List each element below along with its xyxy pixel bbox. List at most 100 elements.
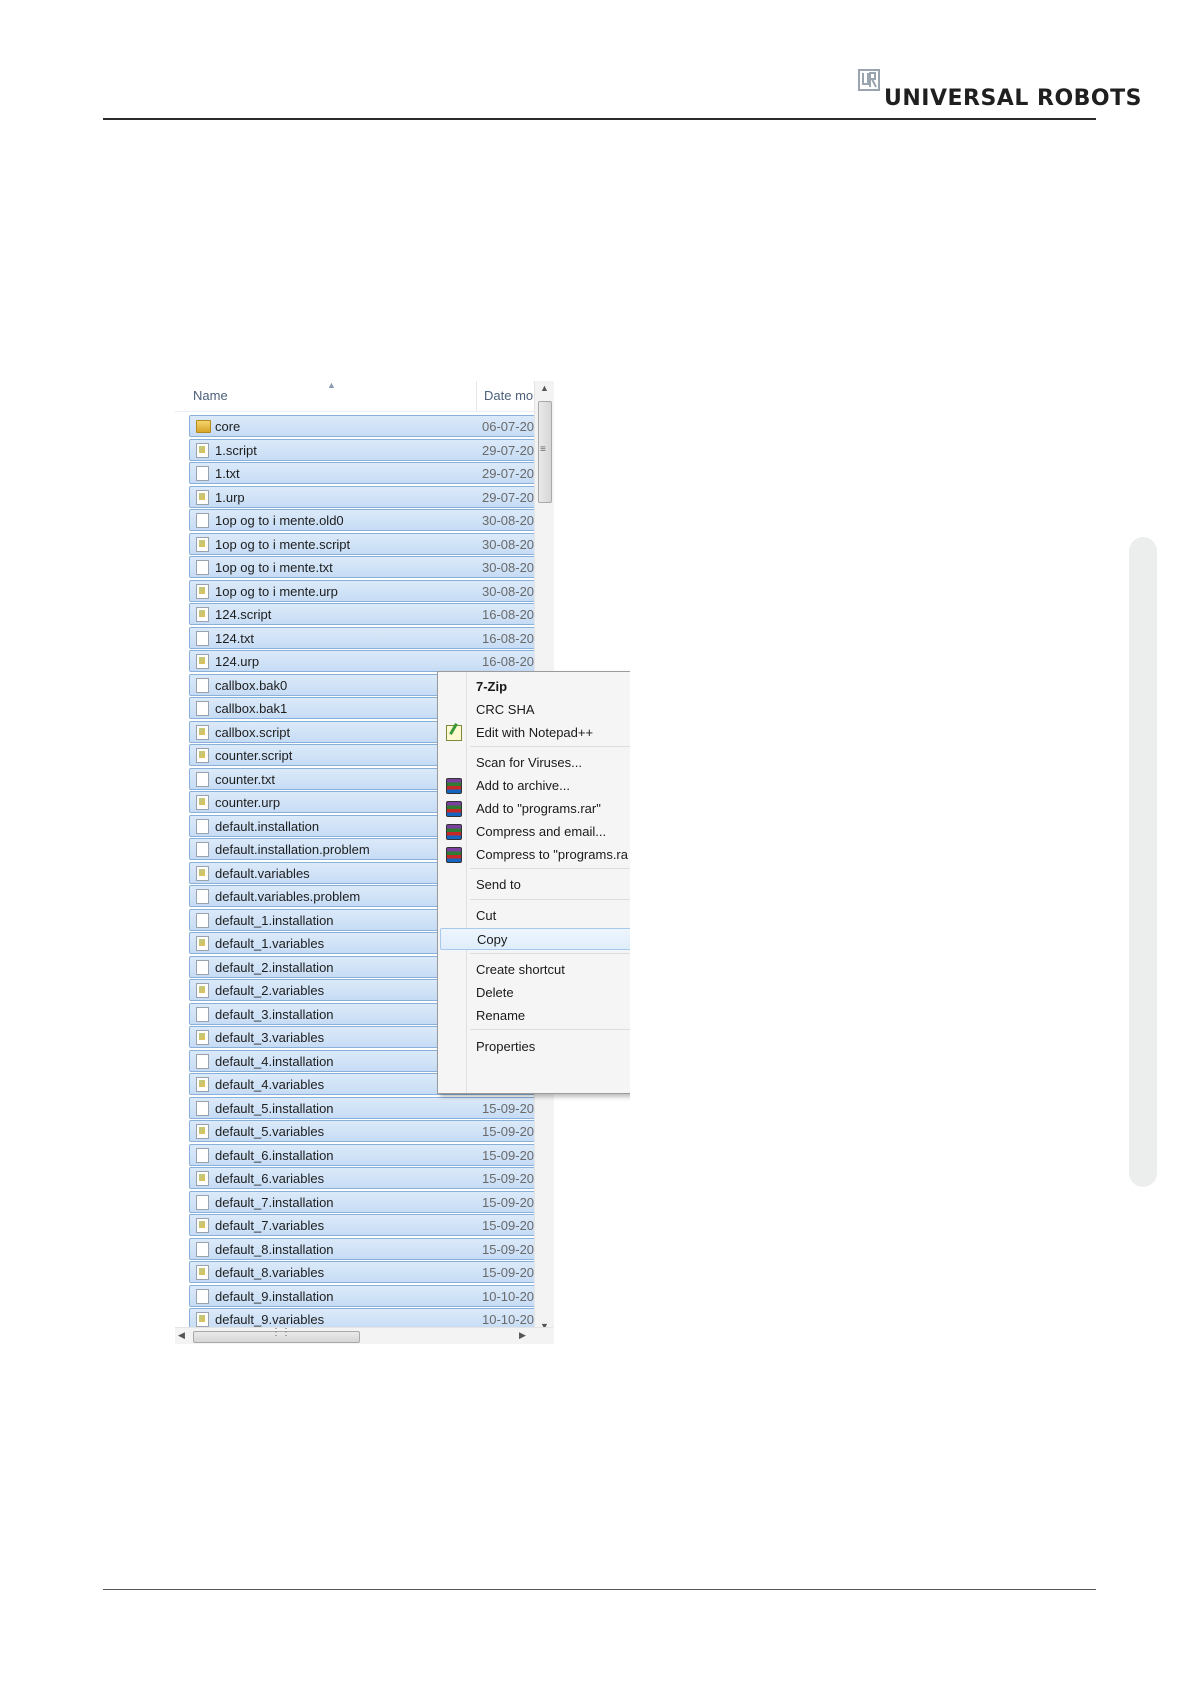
script-file-icon bbox=[196, 1265, 209, 1280]
column-header-name[interactable]: Name bbox=[193, 388, 228, 403]
script-file-icon bbox=[196, 1077, 209, 1092]
menu-item-label: Properties bbox=[476, 1039, 536, 1054]
file-row[interactable]: default_5.installation 15-09-20 bbox=[189, 1096, 547, 1119]
file-row[interactable]: 124.urp 16-08-20 bbox=[189, 650, 547, 672]
file-row[interactable]: default_6.installation 15-09-20 bbox=[189, 1143, 547, 1166]
file-name: 124.txt bbox=[215, 630, 255, 646]
menu-item-label: Add to archive... bbox=[476, 778, 570, 793]
winrar-icon bbox=[446, 778, 462, 794]
file-date: 15-09-20 bbox=[482, 1218, 534, 1233]
file-name: 124.urp bbox=[215, 654, 260, 669]
menu-item-compress-and-email[interactable]: Compress and email... bbox=[440, 821, 630, 843]
file-name: default_8.variables bbox=[215, 1265, 325, 1280]
scroll-right-icon[interactable]: ▶ bbox=[519, 1330, 526, 1341]
menu-item-create-shortcut[interactable]: Create shortcut bbox=[440, 959, 630, 981]
menu-item-send-to[interactable]: Send to bbox=[440, 874, 630, 896]
file-row[interactable]: default_9.installation 10-10-20 bbox=[189, 1284, 547, 1307]
file-icon bbox=[196, 889, 209, 904]
scroll-up-icon[interactable]: ▲ bbox=[540, 383, 549, 393]
menu-separator bbox=[470, 1029, 630, 1030]
file-row[interactable]: default_5.variables 15-09-20 bbox=[189, 1120, 547, 1142]
file-date: 16-08-20 bbox=[482, 654, 534, 669]
file-row[interactable]: 124.txt 16-08-20 bbox=[189, 626, 547, 649]
file-name: callbox.bak0 bbox=[215, 677, 288, 693]
file-date: 15-09-20 bbox=[482, 1171, 534, 1186]
file-icon bbox=[196, 560, 209, 575]
file-row[interactable]: 1op og to i mente.old0 30-08-20 bbox=[189, 509, 547, 531]
file-icon bbox=[196, 1241, 209, 1257]
file-date: 16-08-20 bbox=[482, 607, 534, 622]
menu-item-label: Cut bbox=[476, 908, 497, 923]
file-icon bbox=[196, 1147, 209, 1163]
file-explorer-screenshot: ▲ Name Date mo core 06-07-20 1.script 29-07… bbox=[175, 381, 630, 1344]
file-date: 06-07-20 bbox=[482, 419, 534, 434]
file-row[interactable]: default_7.installation 15-09-20 bbox=[189, 1190, 547, 1213]
menu-item-label: Edit with Notepad++ bbox=[476, 725, 594, 740]
menu-item-label: CRC SHA bbox=[476, 702, 535, 717]
file-row[interactable]: 1.txt 29-07-20 bbox=[189, 462, 547, 484]
menu-item-7-zip[interactable]: 7-Zip bbox=[440, 676, 630, 698]
file-icon bbox=[196, 630, 209, 646]
menu-item-add-to-archive[interactable]: Add to archive... bbox=[440, 775, 630, 797]
file-row[interactable]: default_6.variables 15-09-20 bbox=[189, 1167, 547, 1189]
horizontal-scrollbar[interactable]: ◀ ⋮⋮ ▶ bbox=[175, 1327, 553, 1344]
file-row[interactable]: 124.script 16-08-20 bbox=[189, 603, 547, 625]
file-name: core bbox=[215, 419, 241, 434]
file-row[interactable]: 1.script 29-07-20 bbox=[189, 438, 547, 461]
script-file-icon bbox=[196, 795, 209, 810]
file-name: default.installation bbox=[215, 818, 320, 834]
menu-item-label: Compress to "programs.ra bbox=[476, 847, 628, 862]
script-file-icon bbox=[196, 865, 209, 881]
file-row[interactable]: default_8.installation 15-09-20 bbox=[189, 1237, 547, 1260]
script-file-icon bbox=[196, 489, 209, 505]
file-row[interactable]: default_8.variables 15-09-20 bbox=[189, 1261, 547, 1283]
menu-separator bbox=[470, 746, 630, 747]
file-icon bbox=[196, 677, 209, 693]
file-row[interactable]: core 06-07-20 bbox=[189, 415, 547, 437]
file-name: 1op og to i mente.urp bbox=[215, 583, 338, 599]
brand-name: UNIVERSAL ROBOTS bbox=[884, 86, 1142, 111]
file-row[interactable]: default_7.variables 15-09-20 bbox=[189, 1214, 547, 1236]
scroll-grip-icon: ⋮⋮ bbox=[271, 1327, 291, 1338]
menu-separator bbox=[470, 953, 630, 954]
menu-item-label: Add to "programs.rar" bbox=[476, 801, 601, 816]
menu-item-crc-sha[interactable]: CRC SHA bbox=[440, 699, 630, 721]
menu-item-scan-for-viruses[interactable]: Scan for Viruses... bbox=[440, 752, 630, 774]
file-name: default.installation.problem bbox=[215, 842, 370, 857]
menu-item-label: Compress and email... bbox=[476, 824, 607, 839]
menu-item-edit-with-notepad[interactable]: Edit with Notepad++ bbox=[440, 722, 630, 744]
file-name: default_3.variables bbox=[215, 1030, 325, 1045]
script-file-icon bbox=[196, 536, 209, 552]
file-name: 1op og to i mente.old0 bbox=[215, 513, 344, 528]
file-row[interactable]: 1.urp 29-07-20 bbox=[189, 485, 547, 508]
menu-item-label: Create shortcut bbox=[476, 962, 565, 977]
menu-item-compress-to-programs-ra[interactable]: Compress to "programs.ra bbox=[440, 844, 630, 866]
menu-item-cut[interactable]: Cut bbox=[440, 905, 630, 927]
file-name: default_2.installation bbox=[215, 959, 334, 975]
menu-item-label: Delete bbox=[476, 985, 514, 1000]
menu-item-rename[interactable]: Rename bbox=[440, 1005, 630, 1027]
file-name: default_2.variables bbox=[215, 983, 325, 998]
file-name: default_9.variables bbox=[215, 1312, 325, 1327]
script-file-icon bbox=[196, 654, 209, 669]
file-name: 124.script bbox=[215, 607, 272, 622]
menu-item-add-to-programs-rar[interactable]: Add to "programs.rar" bbox=[440, 798, 630, 820]
file-row[interactable]: 1op og to i mente.txt 30-08-20 bbox=[189, 556, 547, 578]
file-row[interactable]: 1op og to i mente.script 30-08-20 bbox=[189, 532, 547, 555]
menu-item-delete[interactable]: Delete bbox=[440, 982, 630, 1004]
file-icon bbox=[196, 912, 209, 928]
menu-item-properties[interactable]: Properties bbox=[440, 1036, 630, 1058]
file-date: 16-08-20 bbox=[482, 630, 534, 646]
file-name: default_1.installation bbox=[215, 912, 334, 928]
column-divider[interactable] bbox=[476, 381, 477, 411]
file-name: counter.script bbox=[215, 748, 293, 763]
file-name: default_4.installation bbox=[215, 1053, 334, 1069]
file-icon bbox=[196, 466, 209, 481]
scroll-left-icon[interactable]: ◀ bbox=[178, 1330, 185, 1341]
menu-item-label: Rename bbox=[476, 1008, 526, 1023]
file-icon bbox=[196, 1100, 209, 1116]
footer-rule bbox=[103, 1589, 1096, 1590]
notepad-plus-plus-icon bbox=[446, 725, 462, 741]
menu-item-copy[interactable]: Copy bbox=[440, 928, 630, 950]
file-row[interactable]: 1op og to i mente.urp 30-08-20 bbox=[189, 579, 547, 602]
